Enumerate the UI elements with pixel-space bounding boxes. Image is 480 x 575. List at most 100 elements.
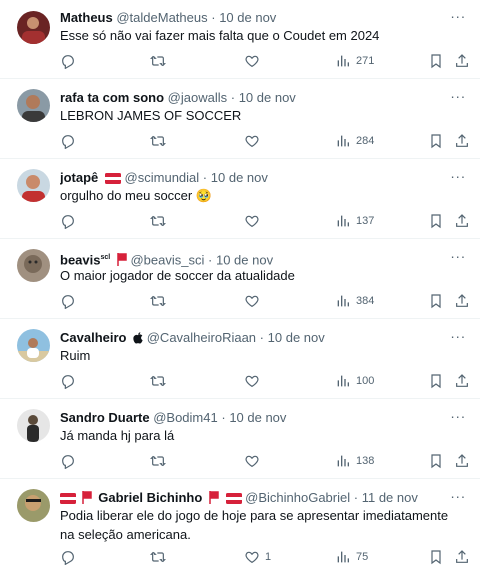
retweet-button[interactable] bbox=[150, 547, 166, 567]
tweet[interactable]: Gabriel Bichinho @BichinhoGabriel · 11 d… bbox=[0, 480, 480, 575]
user-handle[interactable]: @jaowalls bbox=[168, 90, 227, 105]
views-button[interactable]: 284 bbox=[335, 131, 374, 151]
retweet-button[interactable] bbox=[150, 51, 166, 71]
tweet-date[interactable]: 10 de nov bbox=[268, 330, 325, 345]
views-button[interactable]: 138 bbox=[335, 451, 374, 471]
more-icon[interactable]: ··· bbox=[450, 329, 466, 347]
like-button[interactable] bbox=[244, 211, 260, 231]
user-name[interactable]: Sandro Duarte bbox=[60, 410, 150, 425]
retweet-button[interactable] bbox=[150, 291, 166, 311]
tweet-actions: 138 bbox=[60, 451, 470, 471]
reply-button[interactable] bbox=[60, 547, 76, 567]
user-name[interactable]: Gabriel Bichinho bbox=[98, 490, 202, 505]
tweet-text: Já manda hj para lá bbox=[60, 428, 175, 443]
more-icon[interactable]: ··· bbox=[450, 169, 466, 187]
tweet-actions: 100 bbox=[60, 371, 470, 391]
user-handle[interactable]: @CavalheiroRiaan bbox=[147, 330, 256, 345]
views-button[interactable]: 75 bbox=[335, 547, 368, 567]
share-button[interactable] bbox=[454, 211, 470, 231]
views-button[interactable]: 100 bbox=[335, 371, 374, 391]
reply-icon bbox=[62, 375, 74, 389]
bookmark-button[interactable] bbox=[428, 451, 444, 471]
share-button[interactable] bbox=[454, 371, 470, 391]
more-icon[interactable]: ··· bbox=[450, 489, 466, 507]
user-name[interactable]: jotapê bbox=[60, 170, 98, 185]
retweet-button[interactable] bbox=[150, 371, 166, 391]
like-button[interactable] bbox=[244, 51, 260, 71]
like-button[interactable] bbox=[244, 371, 260, 391]
user-name[interactable]: beavis bbox=[60, 252, 100, 267]
tweet-date[interactable]: 10 de nov bbox=[229, 410, 286, 425]
user-handle[interactable]: @BichinhoGabriel bbox=[245, 490, 350, 505]
user-name[interactable]: rafa ta com sono bbox=[60, 90, 164, 105]
avatar[interactable] bbox=[17, 169, 50, 202]
avatar[interactable] bbox=[17, 89, 50, 122]
more-icon[interactable]: ··· bbox=[450, 409, 466, 427]
share-button[interactable] bbox=[454, 51, 470, 71]
share-button[interactable] bbox=[454, 291, 470, 311]
reply-button[interactable] bbox=[60, 371, 76, 391]
user-handle[interactable]: @beavis_sci bbox=[130, 252, 204, 267]
bookmark-button[interactable] bbox=[428, 371, 444, 391]
more-icon[interactable]: ··· bbox=[450, 89, 466, 107]
reply-button[interactable] bbox=[60, 51, 76, 71]
tweet-date[interactable]: 11 de nov bbox=[362, 490, 418, 505]
reply-button[interactable] bbox=[60, 131, 76, 151]
tweet[interactable]: beavisscl @beavis_sci · 10 de nov ··· O … bbox=[0, 240, 480, 319]
share-icon bbox=[456, 374, 468, 387]
tweet-date[interactable]: 10 de nov bbox=[211, 170, 268, 185]
more-icon[interactable]: ··· bbox=[450, 9, 466, 27]
avatar[interactable] bbox=[17, 409, 50, 442]
like-button[interactable] bbox=[244, 291, 260, 311]
tweet[interactable]: Sandro Duarte @Bodim41 · 10 de nov ··· J… bbox=[0, 400, 480, 479]
more-icon[interactable]: ··· bbox=[450, 249, 466, 267]
views-button[interactable]: 271 bbox=[335, 51, 374, 71]
avatar[interactable] bbox=[17, 11, 50, 44]
like-button[interactable] bbox=[244, 451, 260, 471]
tweet-text: Esse só não vai fazer mais falta que o C… bbox=[60, 28, 380, 43]
retweet-button[interactable] bbox=[150, 131, 166, 151]
tweet[interactable]: Cavalheiro @CavalheiroRiaan · 10 de nov … bbox=[0, 320, 480, 399]
user-handle[interactable]: @Bodim41 bbox=[153, 410, 218, 425]
views-button[interactable]: 137 bbox=[335, 211, 374, 231]
tweet-header: Gabriel Bichinho @BichinhoGabriel · 11 d… bbox=[60, 489, 440, 507]
reply-icon bbox=[62, 215, 74, 229]
retweet-button[interactable] bbox=[150, 451, 166, 471]
retweet-button[interactable] bbox=[150, 211, 166, 231]
views-button[interactable]: 384 bbox=[335, 291, 374, 311]
bookmark-icon bbox=[431, 214, 441, 229]
user-name[interactable]: Cavalheiro bbox=[60, 330, 126, 345]
likes-count: 1 bbox=[265, 551, 272, 563]
reply-button[interactable] bbox=[60, 451, 76, 471]
tweet-text: orgulho do meu soccer 🥹 bbox=[60, 188, 213, 203]
separator: · bbox=[211, 10, 216, 25]
avatar[interactable] bbox=[17, 329, 50, 362]
tweet-date[interactable]: 10 de nov bbox=[216, 252, 273, 267]
share-button[interactable] bbox=[454, 451, 470, 471]
like-button[interactable] bbox=[244, 131, 260, 151]
separator: · bbox=[221, 410, 226, 425]
bookmark-button[interactable] bbox=[428, 51, 444, 71]
avatar[interactable] bbox=[17, 489, 50, 522]
share-button[interactable] bbox=[454, 131, 470, 151]
views-icon bbox=[337, 551, 349, 563]
like-button[interactable]: 1 bbox=[244, 547, 271, 567]
tweet-header: beavisscl @beavis_sci · 10 de nov bbox=[60, 249, 440, 267]
tweet[interactable]: jotapê @scimundial · 10 de nov ··· orgul… bbox=[0, 160, 480, 239]
tweet-date[interactable]: 10 de nov bbox=[239, 90, 296, 105]
user-handle[interactable]: @taldeMatheus bbox=[116, 10, 207, 25]
tweet-date[interactable]: 10 de nov bbox=[219, 10, 276, 25]
user-name[interactable]: Matheus bbox=[60, 10, 113, 25]
user-handle[interactable]: @scimundial bbox=[125, 170, 200, 185]
bookmark-button[interactable] bbox=[428, 291, 444, 311]
bookmark-button[interactable] bbox=[428, 547, 444, 567]
tweet[interactable]: Matheus @taldeMatheus · 10 de nov ··· Es… bbox=[0, 0, 480, 79]
bookmark-button[interactable] bbox=[428, 131, 444, 151]
tweet[interactable]: rafa ta com sono @jaowalls · 10 de nov ·… bbox=[0, 80, 480, 159]
bookmark-button[interactable] bbox=[428, 211, 444, 231]
reply-button[interactable] bbox=[60, 291, 76, 311]
bookmark-icon bbox=[431, 374, 441, 389]
avatar[interactable] bbox=[17, 249, 50, 282]
reply-button[interactable] bbox=[60, 211, 76, 231]
share-button[interactable] bbox=[454, 547, 470, 567]
